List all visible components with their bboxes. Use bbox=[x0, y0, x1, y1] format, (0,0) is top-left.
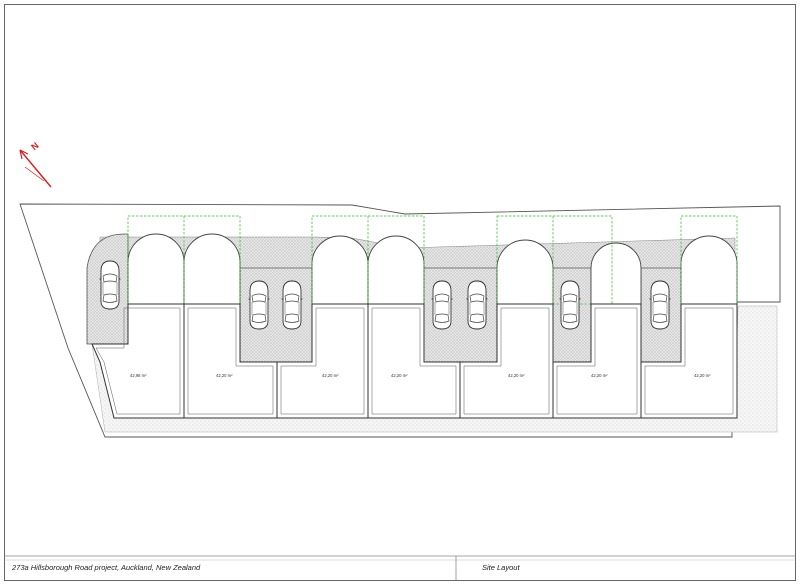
car-icon bbox=[99, 260, 121, 310]
courtyard-arch bbox=[590, 242, 642, 305]
car-icon bbox=[431, 280, 453, 330]
courtyard-arch bbox=[127, 233, 185, 305]
courtyard-arch bbox=[367, 235, 425, 305]
unit-area-label: 42,20 m² bbox=[216, 373, 233, 378]
car-icon bbox=[281, 280, 303, 330]
unit-area-label: 42,20 m² bbox=[391, 373, 408, 378]
courtyard-arch bbox=[183, 233, 241, 305]
courtyard-arch bbox=[680, 235, 738, 305]
unit-area-label: 42,20 m² bbox=[508, 373, 525, 378]
sheet-title: Site Layout bbox=[482, 563, 520, 572]
car-icon bbox=[649, 280, 671, 330]
north-arrow-icon: N bbox=[19, 140, 52, 188]
unit-area-label: 42,20 m² bbox=[322, 373, 339, 378]
courtyard-arch bbox=[311, 235, 369, 305]
site-layout-drawing: 273a Hillsborough Road project, Auckland… bbox=[4, 4, 796, 581]
unit-area-label: 42,20 m² bbox=[694, 373, 711, 378]
unit-footprints bbox=[91, 303, 738, 419]
project-title: 273a Hillsborough Road project, Auckland… bbox=[11, 563, 201, 572]
unit-area-label: 42,20 m² bbox=[591, 373, 608, 378]
unit-area-label: 42,98 m² bbox=[130, 373, 147, 378]
car-icon bbox=[559, 280, 581, 330]
courtyard-arch bbox=[496, 239, 554, 305]
title-block: 273a Hillsborough Road project, Auckland… bbox=[4, 555, 796, 581]
car-icon bbox=[248, 280, 270, 330]
north-label: N bbox=[29, 140, 40, 152]
car-icon bbox=[466, 280, 488, 330]
